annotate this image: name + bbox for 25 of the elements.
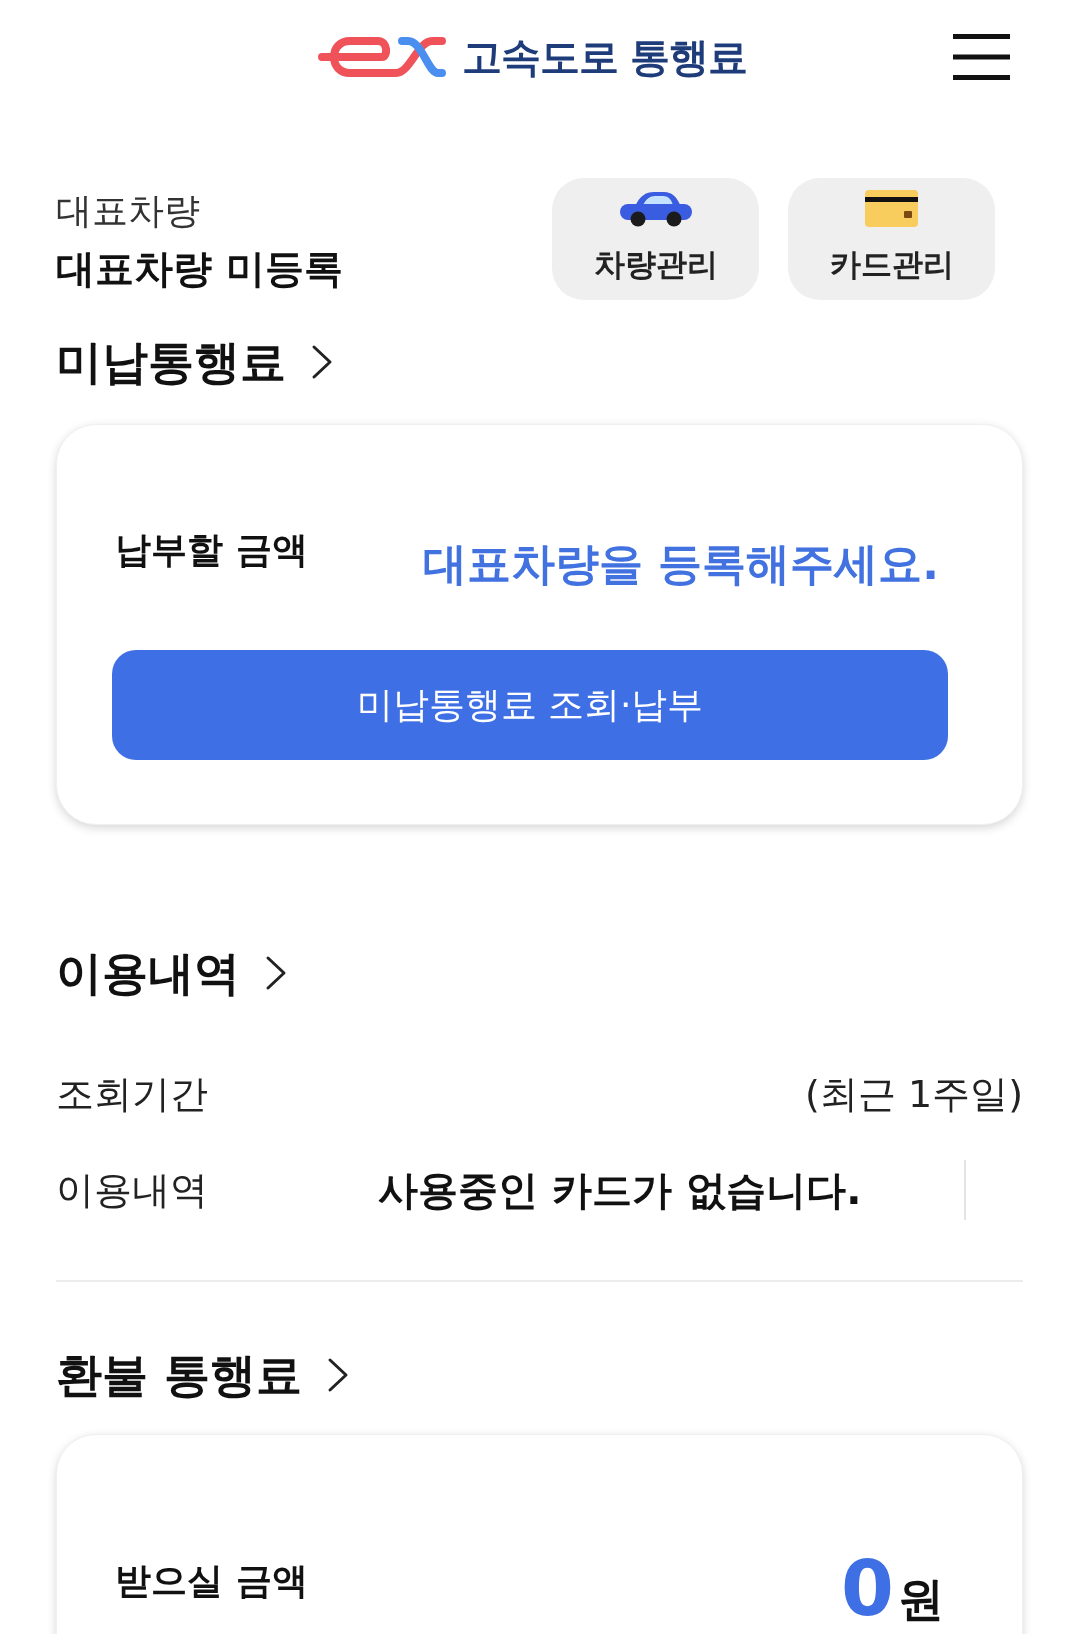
section-link[interactable]: 환불 통행료 [56, 1347, 350, 1403]
amount-value: 0 [841, 1551, 894, 1627]
section-link[interactable]: 미납통행료 [56, 334, 334, 390]
quick-menu-button[interactable]: 차량관리 [552, 178, 759, 300]
logo-icon [317, 37, 446, 77]
app-title: 고속도로 통행료 [461, 33, 748, 81]
empty-notice: 사용중인 카드가 없습니다. [378, 1166, 862, 1215]
menu-icon[interactable] [953, 34, 1010, 80]
amount-label: 납부할 금액 [115, 528, 308, 572]
amount-label: 받으실 금액 [115, 1559, 308, 1603]
register-vehicle-message: 대표차량을 등록해주세요. [422, 537, 939, 591]
section-link[interactable]: 이용내역 [56, 945, 288, 1001]
unpaid-toll-pay-button[interactable]: 미납통행료 조회·납부 [112, 650, 948, 760]
credit-card-icon [865, 190, 918, 227]
row-label: 조회기간 [56, 1071, 209, 1118]
chevron-right-icon [264, 955, 288, 991]
vehicle-status: 대표차량 미등록 [56, 245, 343, 293]
row-label: 이용내역 [56, 1167, 209, 1214]
vehicle-label: 대표차량 [56, 189, 201, 233]
period-value: (최근 1주일) [804, 1071, 1023, 1118]
currency-unit: 원 [898, 1571, 944, 1627]
quick-menu-button[interactable]: 카드관리 [788, 178, 995, 300]
car-icon [618, 190, 693, 227]
chevron-right-icon [310, 344, 334, 380]
chevron-right-icon [326, 1357, 350, 1393]
